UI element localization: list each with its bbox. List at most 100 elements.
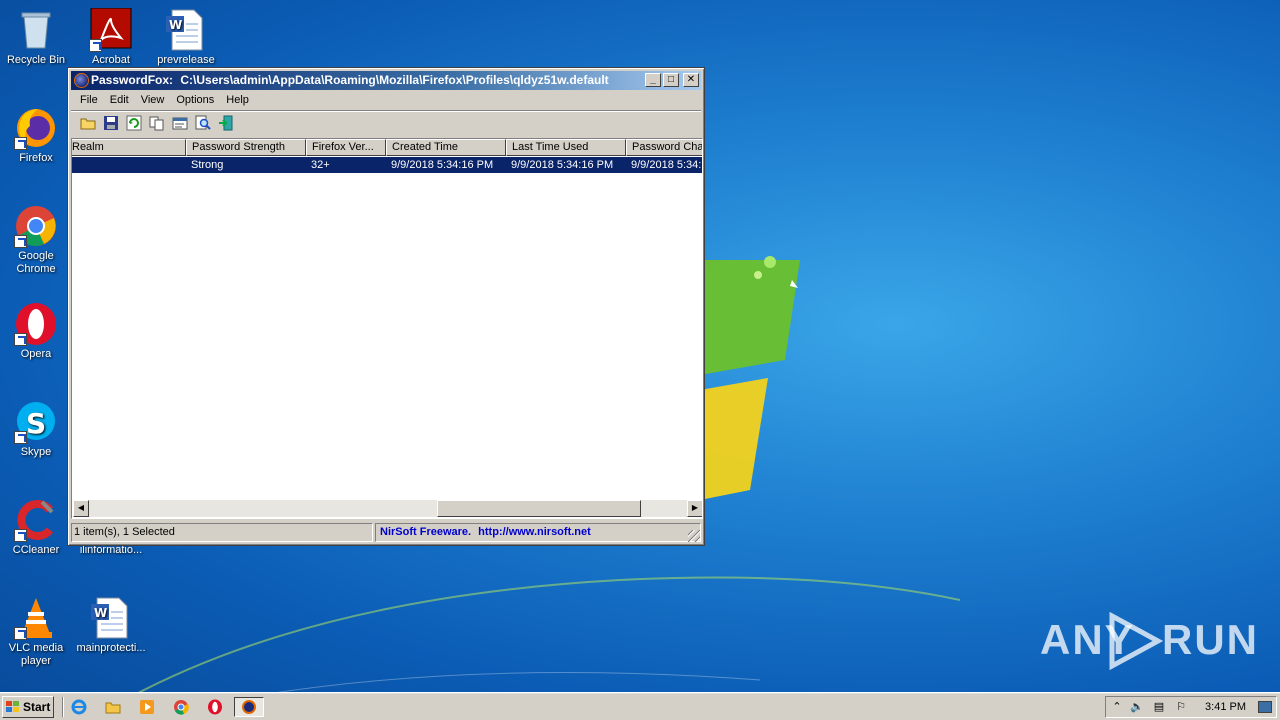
desktop-icon-firefox[interactable]: Firefox bbox=[0, 106, 72, 165]
column-header-last-time-used[interactable]: Last Time Used bbox=[506, 139, 626, 156]
cell-password-strength: Strong bbox=[191, 159, 224, 171]
chrome-icon bbox=[174, 700, 189, 715]
firefox-icon bbox=[14, 106, 58, 150]
start-button[interactable]: Start bbox=[2, 696, 54, 718]
recycle-bin-icon bbox=[14, 8, 58, 52]
clock[interactable]: 3:41 PM bbox=[1205, 701, 1246, 713]
desktop-icon-google-chrome[interactable]: Google Chrome bbox=[0, 204, 72, 276]
passwordfox-window[interactable]: PasswordFox: C:\Users\admin\AppData\Roam… bbox=[67, 67, 705, 546]
desktop-icon-label: Google Chrome bbox=[16, 250, 56, 275]
column-header-realm[interactable]: Realm bbox=[72, 139, 186, 156]
desktop-icon-prevrelease[interactable]: W prevrelease bbox=[150, 8, 222, 67]
ie-icon bbox=[71, 699, 87, 715]
menu-options[interactable]: Options bbox=[170, 91, 220, 109]
taskbar-opera[interactable] bbox=[204, 697, 226, 717]
opera-icon bbox=[208, 699, 222, 715]
window-title-path: C:\Users\admin\AppData\Roaming\Mozilla\F… bbox=[180, 73, 609, 87]
chevron-up-icon[interactable]: ⌃ bbox=[1110, 701, 1124, 714]
desktop-icon-vlc[interactable]: VLC media player bbox=[0, 596, 72, 668]
refresh-icon[interactable] bbox=[125, 114, 143, 132]
column-header-password-changed[interactable]: Password Chan bbox=[626, 139, 702, 156]
windows-logo-wallpaper bbox=[700, 256, 800, 500]
show-desktop-button[interactable] bbox=[1258, 701, 1272, 713]
window-titlebar[interactable]: PasswordFox: C:\Users\admin\AppData\Roam… bbox=[71, 71, 701, 90]
anyrun-watermark: ANY RUN bbox=[1040, 612, 1257, 672]
media-player-icon bbox=[140, 700, 154, 714]
properties-icon[interactable] bbox=[171, 114, 189, 132]
passwordfox-icon bbox=[242, 700, 256, 714]
svg-text:W: W bbox=[169, 18, 182, 32]
word-document-icon: W bbox=[164, 8, 208, 52]
desktop-icon-opera[interactable]: Opera bbox=[0, 302, 72, 361]
vlc-icon bbox=[14, 596, 58, 640]
menu-bar: File Edit View Options Help bbox=[71, 91, 701, 109]
desktop-icon-label: Recycle Bin bbox=[6, 54, 66, 66]
password-list[interactable]: Realm Password Strength Firefox Ver... C… bbox=[71, 138, 703, 519]
taskbar-passwordfox[interactable] bbox=[234, 697, 264, 717]
desktop-icon-acrobat[interactable]: Acrobat bbox=[75, 7, 147, 67]
desktop-icon-recycle-bin[interactable]: Recycle Bin bbox=[0, 8, 72, 67]
taskbar-chrome[interactable] bbox=[170, 697, 192, 717]
copy-icon[interactable] bbox=[148, 114, 166, 132]
column-header-password-strength[interactable]: Password Strength bbox=[186, 139, 306, 156]
desktop-icon-label: Opera bbox=[20, 348, 52, 360]
menu-view[interactable]: View bbox=[135, 91, 171, 109]
action-center-flag-icon[interactable]: ⚐ bbox=[1174, 701, 1188, 714]
scrollbar-thumb[interactable] bbox=[437, 500, 641, 517]
desktop-icon-label: Firefox bbox=[19, 152, 53, 164]
svg-text:W: W bbox=[94, 606, 107, 620]
desktop-icon-label: prevrelease bbox=[157, 54, 215, 66]
menu-edit[interactable]: Edit bbox=[104, 91, 135, 109]
desktop-icon-label: CCleaner bbox=[12, 544, 60, 556]
cell-realm bbox=[72, 157, 186, 173]
close-button[interactable]: ✕ bbox=[683, 73, 699, 87]
cell-password-changed: 9/9/2018 5:34: bbox=[631, 159, 702, 171]
nirsoft-link[interactable]: http://www.nirsoft.net bbox=[478, 526, 591, 538]
desktop-icon-label: Acrobat bbox=[92, 54, 130, 66]
opera-icon bbox=[14, 302, 58, 346]
menu-help[interactable]: Help bbox=[220, 91, 255, 109]
watermark-run: RUN bbox=[1162, 616, 1259, 663]
horizontal-scrollbar[interactable]: ◀ ▶ bbox=[73, 500, 702, 517]
desktop-icon-ccleaner[interactable]: CCleaner bbox=[0, 498, 72, 557]
resize-grip[interactable] bbox=[688, 530, 700, 542]
desktop-icon-skype[interactable]: S Skype bbox=[0, 400, 72, 459]
find-icon[interactable] bbox=[194, 114, 212, 132]
freeware-label: NirSoft Freeware. bbox=[380, 526, 472, 538]
network-icon[interactable]: ▤ bbox=[1152, 701, 1166, 714]
taskbar-media-player[interactable] bbox=[136, 697, 158, 717]
column-header-created-time[interactable]: Created Time bbox=[386, 139, 506, 156]
status-nirsoft: NirSoft Freeware. http://www.nirsoft.net bbox=[375, 523, 701, 542]
column-header-firefox-version[interactable]: Firefox Ver... bbox=[306, 139, 386, 156]
taskbar-ie[interactable] bbox=[68, 697, 90, 717]
word-document-icon: W bbox=[89, 596, 133, 640]
toolbar bbox=[71, 110, 701, 135]
scroll-right-button[interactable]: ▶ bbox=[687, 500, 702, 517]
desktop-icon-mainprotecti[interactable]: W mainprotecti... bbox=[75, 596, 147, 655]
skype-icon: S bbox=[14, 400, 58, 444]
start-label: Start bbox=[23, 700, 51, 714]
ccleaner-icon bbox=[14, 498, 58, 542]
window-app-name: PasswordFox: bbox=[91, 73, 174, 87]
open-folder-icon[interactable] bbox=[79, 114, 97, 132]
maximize-button[interactable]: □ bbox=[663, 73, 679, 87]
chrome-icon bbox=[14, 204, 58, 248]
cell-firefox-version: 32+ bbox=[311, 159, 330, 171]
volume-icon[interactable]: 🔈 bbox=[1130, 701, 1144, 714]
desktop-icon-label: Skype bbox=[20, 446, 52, 458]
desktop-icon-label: mainprotecti... bbox=[76, 642, 146, 654]
explorer-icon bbox=[105, 702, 121, 714]
cell-last-time-used: 9/9/2018 5:34:16 PM bbox=[511, 159, 614, 171]
scroll-left-button[interactable]: ◀ bbox=[73, 500, 89, 517]
exit-icon[interactable] bbox=[217, 114, 235, 132]
taskbar: Start ⌃ 🔈 ▤ ⚐ 3:41 PM bbox=[0, 692, 1280, 720]
cell-created-time: 9/9/2018 5:34:16 PM bbox=[391, 159, 494, 171]
status-item-count: 1 item(s), 1 Selected bbox=[71, 523, 373, 542]
table-row[interactable]: Strong 32+ 9/9/2018 5:34:16 PM 9/9/2018 … bbox=[72, 157, 702, 173]
taskbar-explorer[interactable] bbox=[102, 697, 124, 717]
save-icon[interactable] bbox=[102, 114, 120, 132]
status-bar: 1 item(s), 1 Selected NirSoft Freeware. … bbox=[71, 523, 701, 543]
minimize-button[interactable]: _ bbox=[645, 73, 661, 87]
desktop-icon-label: VLC media player bbox=[8, 642, 64, 667]
menu-file[interactable]: File bbox=[74, 91, 104, 109]
